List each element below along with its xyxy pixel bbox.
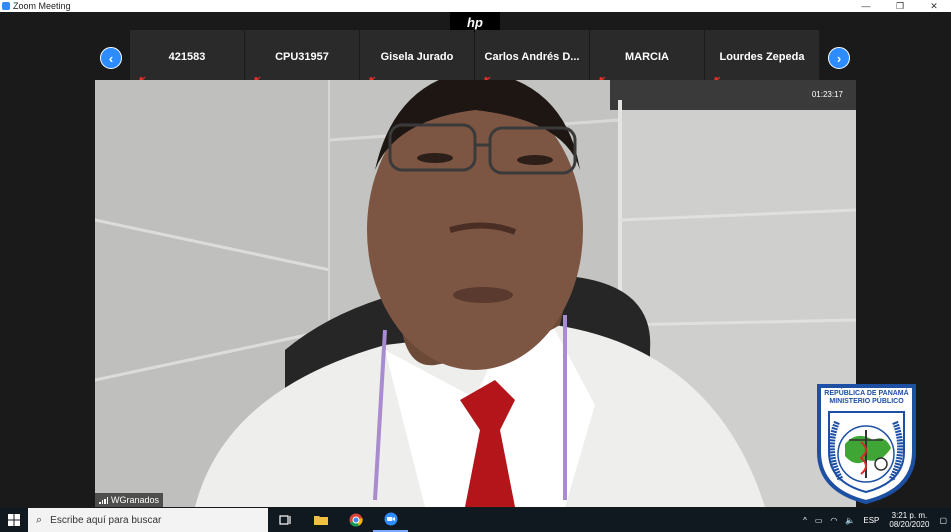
chrome-icon[interactable] (338, 508, 373, 532)
windows-logo-icon (8, 514, 20, 526)
language-indicator[interactable]: ESP (859, 516, 883, 525)
restore-button[interactable]: ❐ (883, 0, 917, 12)
window-title: Zoom Meeting (13, 1, 71, 11)
participant-name: CPU31957 (275, 51, 329, 63)
meeting-timer: 01:23:17 (806, 88, 848, 101)
window-titlebar: Zoom Meeting — ❐ ✕ (0, 0, 951, 12)
clock-date: 08/20/2020 (889, 520, 930, 529)
participant-name: Lourdes Zepeda (719, 51, 805, 63)
participant-name: Gisela Jurado (380, 51, 454, 63)
file-explorer-icon[interactable] (303, 508, 338, 532)
signal-strength-icon (99, 496, 108, 504)
speaker-name-label: WGranados (95, 493, 164, 507)
zoom-taskbar-icon[interactable] (373, 508, 408, 532)
volume-icon[interactable]: 🔈 (841, 516, 859, 525)
taskbar-clock[interactable]: 3:21 p. m. 08/20/2020 (883, 511, 935, 529)
wifi-icon[interactable]: ◠ (826, 516, 841, 525)
participant-name: 421583 (168, 51, 206, 63)
clock-time: 3:21 p. m. (891, 511, 928, 520)
gallery-next-button[interactable]: › (828, 47, 850, 69)
seal-line1: REPÚBLICA DE PANAMÁ (824, 390, 909, 397)
speaker-name: WGranados (111, 495, 160, 505)
window-controls: — ❐ ✕ (849, 0, 951, 12)
seal-header: REPÚBLICA DE PANAMÁ MINISTERIO PÚBLICO (821, 390, 912, 406)
hp-logo: hp (450, 12, 500, 32)
close-button[interactable]: ✕ (917, 0, 951, 12)
speaker-video-frame (95, 80, 856, 507)
start-button[interactable] (0, 508, 28, 532)
participant-name: MARCIA (625, 51, 669, 63)
gallery-prev-button[interactable]: ‹ (100, 47, 122, 69)
search-placeholder: Escribe aquí para buscar (50, 514, 162, 526)
search-icon: ⌕ (36, 513, 43, 526)
tray-chevron-icon[interactable]: ^ (799, 516, 811, 525)
active-speaker-video: 01:23:17 WGranados (95, 80, 856, 507)
seal-line2: MINISTERIO PÚBLICO (829, 398, 904, 405)
system-tray: ^ ▭ ◠ 🔈 ESP 3:21 p. m. 08/20/2020 ▢ (799, 508, 951, 532)
participant-name: Carlos Andrés D... (484, 51, 580, 63)
minimize-button[interactable]: — (849, 0, 883, 12)
taskbar-search[interactable]: ⌕ Escribe aquí para buscar (28, 508, 268, 532)
windows-taskbar: ⌕ Escribe aquí para buscar ^ ▭ ◠ 🔈 ESP 3… (0, 508, 951, 532)
task-view-icon[interactable] (268, 508, 303, 532)
notification-icon[interactable]: ▢ (935, 516, 951, 525)
ministerio-publico-seal: REPÚBLICA DE PANAMÁ MINISTERIO PÚBLICO (815, 382, 918, 505)
zoom-app-icon (2, 2, 10, 10)
battery-icon[interactable]: ▭ (811, 516, 827, 525)
